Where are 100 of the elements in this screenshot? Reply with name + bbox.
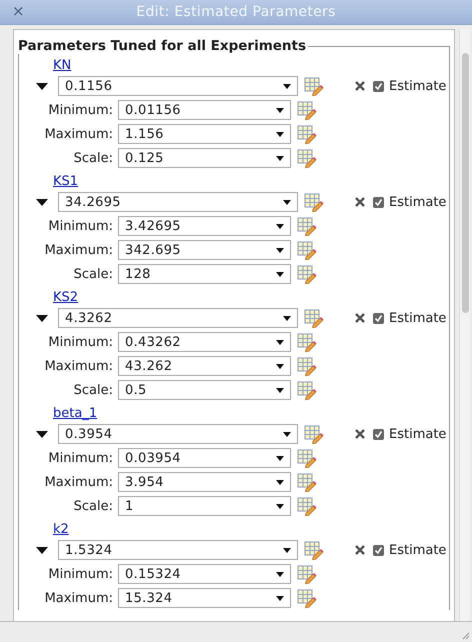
- combo-field[interactable]: 128: [118, 264, 291, 284]
- expand-triangle-icon[interactable]: [36, 82, 48, 90]
- dropdown-caret-icon: [276, 480, 284, 484]
- edit-table-icon[interactable]: [297, 332, 317, 352]
- combo-field[interactable]: 43.262: [118, 356, 291, 376]
- edit-table-icon[interactable]: [297, 496, 317, 516]
- checkbox-label: Estimate: [389, 194, 446, 210]
- section-title: Parameters Tuned for all Experiments: [17, 38, 308, 54]
- field-label: Minimum:: [47, 450, 114, 466]
- edit-table-icon[interactable]: [297, 148, 317, 168]
- dropdown-caret-icon: [276, 388, 284, 392]
- combo-field[interactable]: 1.5324: [58, 540, 298, 560]
- dropdown-caret-icon: [276, 132, 284, 136]
- dropdown-caret-icon: [276, 364, 284, 368]
- field-label: Minimum:: [47, 102, 114, 118]
- parameter-link[interactable]: KS1: [53, 173, 78, 190]
- edit-table-icon[interactable]: [297, 564, 317, 584]
- parameter-link[interactable]: beta_1: [53, 405, 98, 422]
- field-label: Maximum:: [44, 358, 114, 374]
- dropdown-caret-icon: [276, 596, 284, 600]
- estimate-checkbox[interactable]: [373, 80, 384, 92]
- estimate-checkbox[interactable]: [373, 544, 384, 556]
- remove-icon[interactable]: [355, 429, 365, 439]
- edit-table-icon[interactable]: [297, 380, 317, 400]
- dropdown-caret-icon: [276, 224, 284, 228]
- combo-field[interactable]: 0.03954: [118, 448, 291, 468]
- combo-field[interactable]: 0.15324: [118, 564, 291, 584]
- dropdown-caret-icon: [283, 432, 291, 436]
- estimate-checkbox[interactable]: [373, 312, 384, 324]
- dropdown-caret-icon: [283, 316, 291, 320]
- field-label: Scale:: [72, 382, 114, 398]
- dropdown-caret-icon: [283, 84, 291, 88]
- field-label: Maximum:: [44, 474, 114, 490]
- combo-field[interactable]: 0.43262: [118, 332, 291, 352]
- edit-table-icon[interactable]: [297, 100, 317, 120]
- field-label: Maximum:: [44, 126, 114, 142]
- dropdown-caret-icon: [283, 200, 291, 204]
- combo-field[interactable]: 342.695: [118, 240, 291, 260]
- combo-field[interactable]: 0.3954: [58, 424, 298, 444]
- window-title: Edit: Estimated Parameters: [136, 4, 336, 20]
- dropdown-caret-icon: [276, 156, 284, 160]
- checkbox-label: Estimate: [389, 78, 446, 94]
- combo-field[interactable]: 15.324: [118, 588, 291, 608]
- edit-table-icon[interactable]: [297, 588, 317, 608]
- edit-table-icon[interactable]: [304, 424, 324, 444]
- parameter-link[interactable]: k2: [53, 521, 69, 538]
- combo-field[interactable]: 1.156: [118, 124, 291, 144]
- field-label: Maximum:: [44, 590, 114, 606]
- combo-field[interactable]: 0.125: [118, 148, 291, 168]
- dropdown-caret-icon: [276, 272, 284, 276]
- checkbox-label: Estimate: [389, 310, 446, 326]
- edit-table-icon[interactable]: [297, 216, 317, 236]
- parameter-link[interactable]: KN: [53, 57, 72, 74]
- combo-field[interactable]: 0.1156: [58, 76, 298, 96]
- scrollbar[interactable]: [459, 29, 470, 621]
- dropdown-caret-icon: [283, 548, 291, 552]
- edit-table-icon[interactable]: [297, 356, 317, 376]
- edit-table-icon[interactable]: [304, 540, 324, 560]
- combo-field[interactable]: 4.3262: [58, 308, 298, 328]
- edit-table-icon[interactable]: [304, 76, 324, 96]
- edit-table-icon[interactable]: [297, 448, 317, 468]
- combo-field[interactable]: 1: [118, 496, 291, 516]
- expand-triangle-icon[interactable]: [36, 430, 48, 438]
- field-label: Maximum:: [44, 242, 114, 258]
- combo-field[interactable]: 3.42695: [118, 216, 291, 236]
- checkbox-label: Estimate: [389, 542, 446, 558]
- checkbox-label: Estimate: [389, 426, 446, 442]
- combo-field[interactable]: 0.5: [118, 380, 291, 400]
- edit-table-icon[interactable]: [297, 472, 317, 492]
- dropdown-caret-icon: [276, 456, 284, 460]
- remove-icon[interactable]: [355, 81, 365, 91]
- combo-field[interactable]: 0.01156: [118, 100, 291, 120]
- estimate-checkbox[interactable]: [373, 196, 384, 208]
- field-label: Scale:: [72, 498, 114, 514]
- combo-field[interactable]: 3.954: [118, 472, 291, 492]
- field-label: Minimum:: [47, 218, 114, 234]
- edit-table-icon[interactable]: [304, 308, 324, 328]
- field-label: Scale:: [72, 150, 114, 166]
- estimate-checkbox[interactable]: [373, 428, 384, 440]
- edit-table-icon[interactable]: [304, 192, 324, 212]
- edit-table-icon[interactable]: [297, 240, 317, 260]
- resize-grip-icon[interactable]: [462, 632, 470, 640]
- parameter-link[interactable]: KS2: [53, 289, 78, 306]
- field-label: Minimum:: [47, 334, 114, 350]
- remove-icon[interactable]: [355, 545, 365, 555]
- remove-icon[interactable]: [355, 313, 365, 323]
- expand-triangle-icon[interactable]: [36, 198, 48, 206]
- edit-table-icon[interactable]: [297, 264, 317, 284]
- expand-triangle-icon[interactable]: [36, 314, 48, 322]
- edit-table-icon[interactable]: [297, 124, 317, 144]
- dropdown-caret-icon: [276, 248, 284, 252]
- dropdown-caret-icon: [276, 572, 284, 576]
- dropdown-caret-icon: [276, 108, 284, 112]
- dropdown-caret-icon: [276, 340, 284, 344]
- remove-icon[interactable]: [355, 197, 365, 207]
- combo-field[interactable]: 34.2695: [58, 192, 298, 212]
- expand-triangle-icon[interactable]: [36, 546, 48, 554]
- scroll-thumb[interactable]: [462, 53, 468, 313]
- dropdown-caret-icon: [276, 504, 284, 508]
- field-label: Minimum:: [47, 566, 114, 582]
